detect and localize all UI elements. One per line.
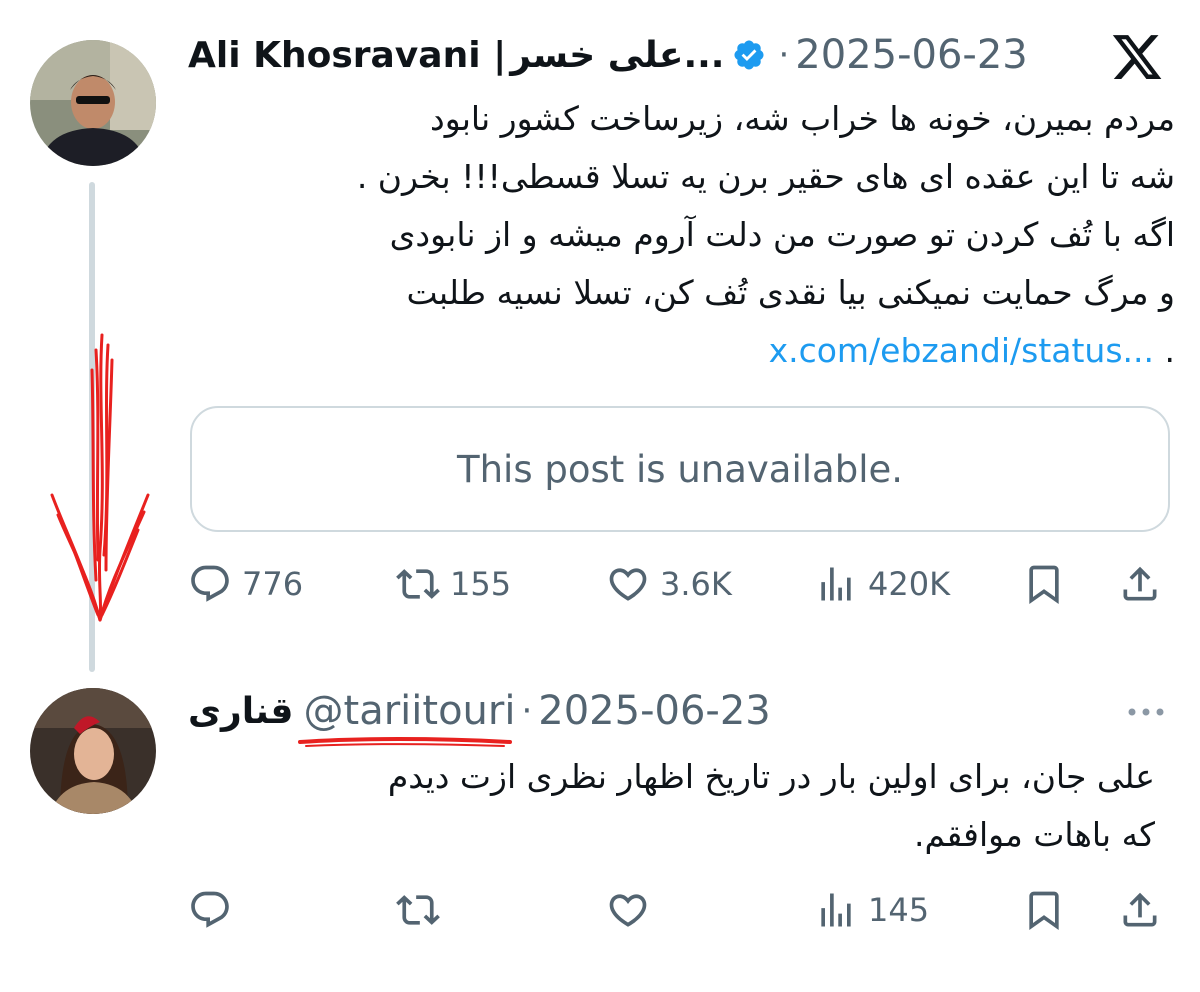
post-text: مردم بمیرن، خونه ها خراب شه، زیرساخت کشو… (185, 90, 1175, 380)
reply-author-avatar[interactable] (30, 688, 156, 814)
author-name[interactable]: Ali Khosravani | (188, 35, 506, 76)
post-text-line: مردم بمیرن، خونه ها خراب شه، زیرساخت کشو… (430, 99, 1175, 138)
reply-header: قناری @tariitouri · 2025-06-23 (188, 686, 771, 736)
reply-views-count: 145 (868, 891, 930, 929)
reply-text: علی جان، برای اولین بار در تاریخ اظهار ن… (185, 748, 1155, 864)
quoted-post-unavailable-text: This post is unavailable. (456, 447, 904, 491)
reply-icon (191, 891, 229, 928)
post-date[interactable]: 2025-06-23 (795, 32, 1027, 78)
reply-views-button[interactable]: 145 (814, 888, 929, 932)
like-button[interactable]: 3.6K (606, 562, 732, 606)
reply-icon (191, 565, 229, 602)
post-link[interactable]: x.com/ebzandi/status... (769, 331, 1154, 370)
heart-icon (609, 568, 647, 601)
more-options-icon[interactable] (1124, 700, 1168, 724)
post-header: Ali Khosravani | علی خسر... · 2025-06-23 (188, 30, 1028, 80)
separator-dot: · (521, 691, 533, 731)
reply-reply-button[interactable] (188, 888, 232, 932)
share-icon[interactable] (1118, 562, 1162, 606)
quoted-post-card[interactable]: This post is unavailable. (190, 406, 1170, 532)
post-text-prefix: . (1164, 331, 1176, 370)
reply-text-line: که باهات موافقم. (914, 815, 1155, 854)
bookmark-icon[interactable] (1022, 888, 1066, 932)
separator-dot: · (778, 35, 790, 75)
reply-button[interactable]: 776 (188, 562, 303, 606)
post-text-line: اگه با تُف کردن تو صورت من دلت آروم میشه… (389, 215, 1175, 254)
reply-author-name[interactable]: قناری (188, 691, 294, 732)
reply-date[interactable]: 2025-06-23 (538, 688, 770, 734)
bookmark-icon[interactable] (1022, 562, 1066, 606)
x-logo-icon[interactable] (1110, 30, 1164, 84)
reply-author-handle[interactable]: @tariitouri (304, 688, 516, 734)
views-icon (821, 893, 851, 927)
repost-button[interactable]: 155 (396, 562, 511, 606)
reply-repost-button[interactable] (396, 888, 440, 932)
post-text-line: شه تا این عقده ای های حقیر برن یه تسلا ق… (356, 157, 1175, 196)
verified-badge-icon (734, 40, 764, 70)
views-count: 420K (868, 565, 951, 603)
views-button[interactable]: 420K (814, 562, 950, 606)
repost-icon (396, 895, 440, 925)
heart-icon (609, 894, 647, 927)
repost-icon (396, 569, 440, 599)
reply-count: 776 (242, 565, 304, 603)
repost-count: 155 (450, 565, 512, 603)
like-count: 3.6K (660, 565, 732, 603)
reply-like-button[interactable] (606, 888, 650, 932)
share-icon[interactable] (1118, 888, 1162, 932)
post-text-line: و مرگ حمایت نمیکنی بیا نقدی تُف کن، تسلا… (406, 273, 1175, 312)
reply-text-line: علی جان، برای اولین بار در تاریخ اظهار ن… (387, 757, 1155, 796)
author-avatar[interactable] (30, 40, 156, 166)
author-name-fa[interactable]: علی خسر... (510, 35, 724, 76)
post-text-line: . x.com/ebzandi/status... (185, 322, 1175, 380)
views-icon (821, 567, 851, 601)
annotation-arrow (50, 333, 150, 622)
